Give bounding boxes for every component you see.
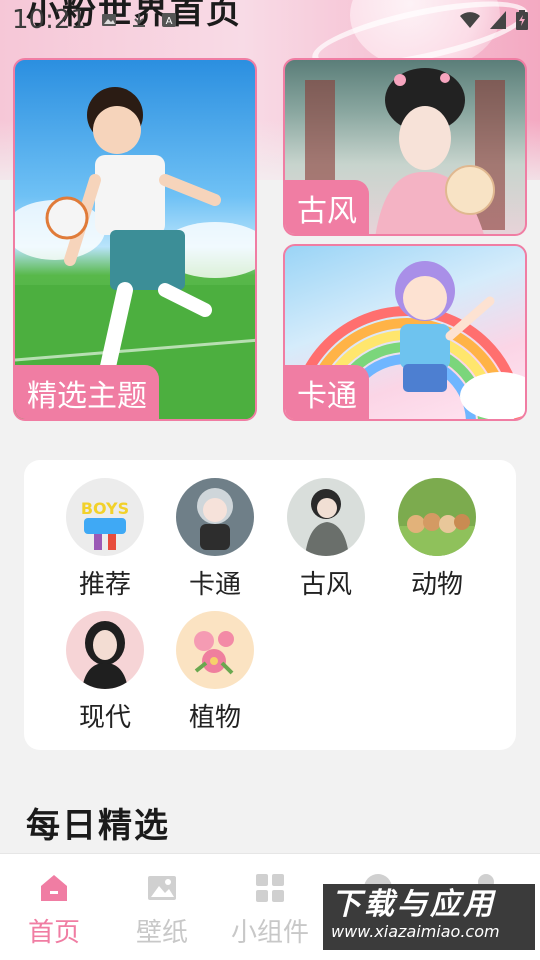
category-label: 动物 — [410, 570, 463, 600]
card-featured-label: 精选主题 — [15, 365, 159, 419]
category-panel: BOYS 推荐 卡通 古风 动物 现代 植物 — [24, 460, 516, 750]
wifi-icon — [460, 12, 480, 28]
category-ancient[interactable]: 古风 — [281, 478, 371, 601]
image-icon — [101, 14, 116, 26]
status-time: 10:21 — [12, 5, 87, 35]
category-animals[interactable]: 动物 — [392, 478, 482, 601]
watermark-url: www.xiazaimiao.com — [331, 922, 500, 941]
signal-icon — [490, 11, 506, 29]
category-label: 卡通 — [188, 570, 241, 600]
nav-wallpaper-label: 壁纸 — [135, 918, 188, 948]
card-cartoon[interactable]: 卡通 — [283, 244, 527, 421]
svg-text:BOYS: BOYS — [81, 499, 129, 518]
category-label: 推荐 — [78, 570, 131, 600]
nav-home[interactable]: 首页 — [0, 872, 108, 949]
flowers-avatar — [176, 611, 254, 689]
cartoon-avatar — [176, 478, 254, 556]
category-label: 现代 — [78, 703, 131, 733]
download-icon — [132, 14, 145, 27]
card-cartoon-label: 卡通 — [285, 365, 369, 419]
status-bar: 10:21 A — [0, 0, 540, 40]
watermark-title: 下载与应用 — [331, 887, 496, 922]
category-recommend[interactable]: BOYS 推荐 — [60, 478, 150, 601]
modern-avatar — [66, 611, 144, 689]
svg-text:A: A — [166, 16, 173, 27]
ancient-avatar — [287, 478, 365, 556]
category-plants[interactable]: 植物 — [170, 611, 260, 734]
category-modern[interactable]: 现代 — [60, 611, 150, 734]
category-label: 古风 — [299, 570, 352, 600]
category-cartoon[interactable]: 卡通 — [170, 478, 260, 601]
watermark: 下载与应用 www.xiazaimiao.com — [323, 884, 535, 950]
card-ancient-label: 古风 — [285, 180, 369, 234]
card-ancient-style[interactable]: 古风 — [283, 58, 527, 236]
battery-icon — [516, 10, 528, 30]
home-icon — [41, 875, 67, 901]
category-label: 植物 — [188, 703, 241, 733]
recommend-avatar: BOYS — [66, 478, 144, 556]
grid-icon — [256, 874, 284, 902]
daily-picks-title: 每日精选 — [26, 806, 170, 846]
card-featured[interactable]: 精选主题 — [13, 58, 257, 421]
nav-wallpaper[interactable]: 壁纸 — [108, 872, 216, 949]
nav-home-label: 首页 — [27, 918, 80, 948]
text-icon: A — [161, 13, 176, 27]
animals-avatar — [398, 478, 476, 556]
nav-widgets-label: 小组件 — [230, 918, 309, 948]
nav-widgets[interactable]: 小组件 — [216, 872, 324, 949]
image-icon — [148, 876, 176, 900]
